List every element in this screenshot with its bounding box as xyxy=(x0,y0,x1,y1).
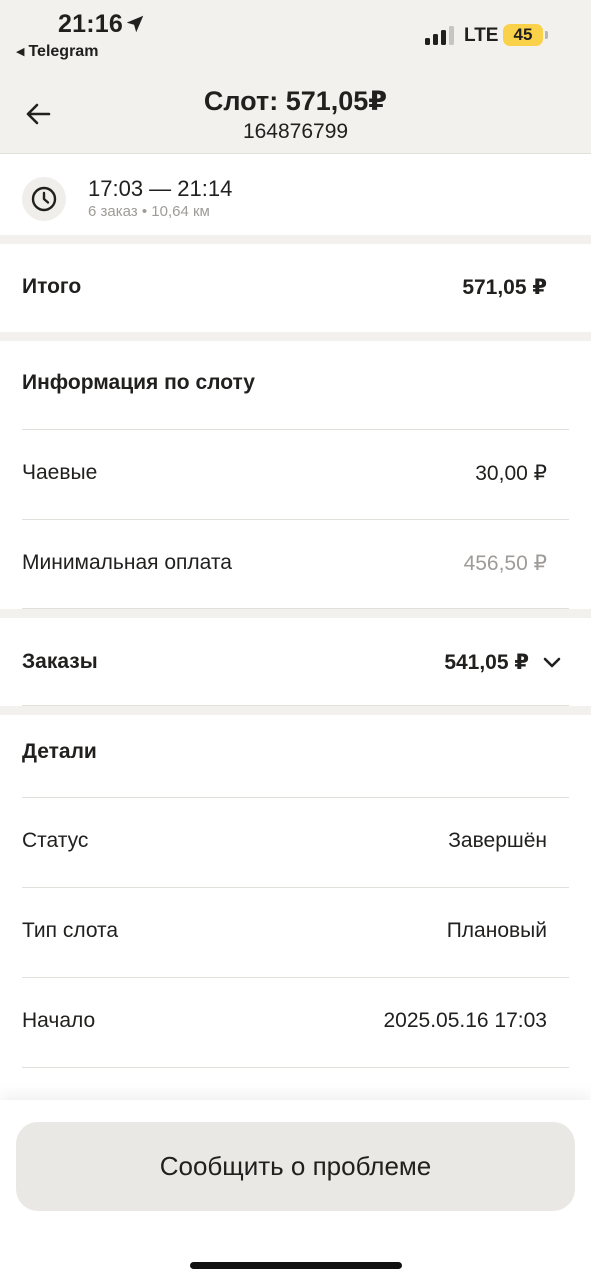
total-row: Итого 571,05 ₽ xyxy=(0,244,591,332)
total-value: 571,05 ₽ xyxy=(462,276,547,299)
clock-badge xyxy=(22,177,66,221)
start-value: 2025.05.16 17:03 xyxy=(383,1009,548,1032)
time-range: 17:03 — 21:14 xyxy=(88,176,233,201)
status-time: 21:16 xyxy=(58,10,123,38)
back-to-app-link[interactable]: ◀ Telegram xyxy=(16,43,98,61)
battery-indicator: 45 xyxy=(503,24,543,46)
home-indicator[interactable] xyxy=(190,1262,402,1269)
slot-info-heading: Информация по слоту xyxy=(22,371,255,394)
slot-type-value: Плановый xyxy=(446,919,547,942)
chevron-down-icon[interactable] xyxy=(542,652,562,672)
section-separator xyxy=(0,332,591,341)
header-area: 21:16 ◀ Telegram LTE 45 Слот: 571,05₽ 164… xyxy=(0,0,591,154)
divider xyxy=(22,519,569,520)
section-separator xyxy=(0,609,591,618)
details-heading: Детали xyxy=(22,740,97,763)
divider xyxy=(22,887,569,888)
slot-info-section: Информация по слоту Чаевые 30,00 ₽ Миним… xyxy=(0,341,591,609)
status-value: Завершён xyxy=(448,829,547,852)
report-problem-button[interactable]: Сообщить о проблеме xyxy=(16,1122,575,1211)
battery-tip xyxy=(545,31,548,39)
back-triangle-icon: ◀ xyxy=(16,46,25,58)
orders-value: 541,05 ₽ xyxy=(444,651,529,674)
divider xyxy=(22,429,569,430)
orders-distance: 6 заказ • 10,64 км xyxy=(88,203,210,220)
slot-time-row: 17:03 — 21:14 6 заказ • 10,64 км xyxy=(0,155,591,235)
network-type: LTE xyxy=(464,25,499,46)
slot-id: 164876799 xyxy=(242,120,349,143)
section-separator xyxy=(0,706,591,715)
tips-value: 30,00 ₽ xyxy=(475,462,547,485)
divider xyxy=(22,977,569,978)
page-title: Слот: 571,05₽ xyxy=(203,86,388,116)
start-label: Начало xyxy=(22,1009,96,1032)
signal-icon xyxy=(425,26,454,45)
total-label: Итого xyxy=(22,275,82,298)
orders-label: Заказы xyxy=(22,650,98,673)
tips-label: Чаевые xyxy=(22,461,98,484)
divider xyxy=(22,797,569,798)
min-pay-value: 456,50 ₽ xyxy=(463,552,547,575)
status-label: Статус xyxy=(22,829,89,852)
slot-type-label: Тип слота xyxy=(22,919,119,942)
clock-icon xyxy=(31,186,57,212)
divider xyxy=(22,1067,569,1068)
section-separator xyxy=(0,235,591,244)
orders-row[interactable]: Заказы 541,05 ₽ xyxy=(0,618,591,706)
min-pay-label: Минимальная оплата xyxy=(22,551,232,574)
location-arrow-icon xyxy=(126,15,144,33)
details-section: Детали Статус Завершён Тип слота Плановы… xyxy=(0,715,591,1100)
back-app-label: Telegram xyxy=(28,43,99,60)
